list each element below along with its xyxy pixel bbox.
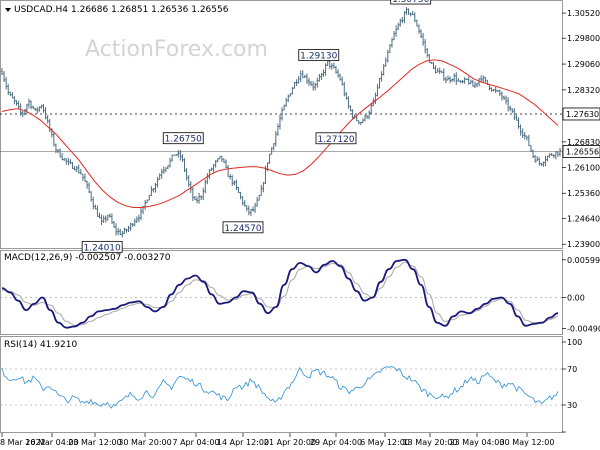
price-annotation-label: 1.24570 [224,224,261,234]
dropdown-triangle-icon [5,8,11,12]
price-tick-label: 1.24640 [567,214,600,223]
price-annotation-label: 1.27120 [317,135,354,145]
chart-svg: ActionForex.com 1.24010 1.26750 1.24570 1.2… [0,0,600,447]
price-tick-label: 1.29060 [567,60,600,69]
rsi-series-line [1,366,559,409]
rsi-axis-ticks: 100 70 30 [562,338,582,433]
rsi-header-label: RSI(14) 41.9210 [4,340,77,350]
date-tick-label: 23 May 04:00 [450,438,505,447]
macd-tick-label: 0.005996 [567,256,600,265]
level-price-label: 1.27630 [566,110,599,119]
macd-axis-ticks: 0.005996 0.00 -0.004901 [562,256,600,333]
rsi-line [1,366,559,409]
price-annotation-label: 1.30750 [392,0,429,5]
price-tick-label: 1.26100 [567,163,600,172]
rsi-tick-label: 100 [567,338,582,347]
date-tick-label: 14 Apr 12:00 [217,438,269,447]
price-level-lines [0,113,562,152]
date-tick-label: 29 Apr 04:00 [310,438,362,447]
watermark-text: ActionForex.com [85,37,268,62]
macd-lines [1,258,559,329]
price-tick-label: 1.23900 [567,240,600,249]
date-tick-label: 23 Mar 12:00 [68,438,121,447]
date-tick-label: 21 Apr 20:00 [264,438,316,447]
date-tick-label: 30 Mar 20:00 [118,438,171,447]
price-tick-label: 1.28320 [567,86,600,95]
rsi-tick-label: 30 [567,401,577,410]
price-annotation-label: 1.29130 [300,52,337,62]
symbol-header: USDCAD.H4 1.26686 1.26851 1.26536 1.2655… [5,5,229,15]
rsi-panel-frame [0,336,563,433]
macd-tick-label: 0.00 [567,294,585,303]
macd-tick-label: -0.004901 [567,324,600,333]
date-axis-ticks: 8 Mar 202216 Mar 04:0023 Mar 12:0030 Mar… [0,433,554,447]
chart-root: ActionForex.com 1.24010 1.26750 1.24570 1.2… [0,0,600,450]
date-tick-label: 30 May 12:00 [500,438,555,447]
current-price-label: 1.26556 [566,147,599,156]
price-tick-label: 1.25360 [567,189,600,198]
rsi-tick-label: 70 [567,365,577,374]
price-annotation-label: 1.26750 [165,135,202,145]
date-tick-label: 7 Apr 04:00 [172,438,219,447]
macd-main-line [1,258,559,329]
price-axis-ticks: 1.305201.298001.290601.283201.268301.261… [562,9,600,249]
macd-header-label: MACD(12,26,9) -0.002507 -0.003270 [4,253,171,263]
ohlc-values: 1.26686 1.26851 1.26536 1.26556 [71,5,229,15]
price-annotation-label: 1.24010 [84,243,121,253]
price-tick-label: 1.30520 [567,9,600,18]
price-tick-label: 1.29800 [567,34,600,43]
symbol-label: USDCAD.H4 [14,5,68,15]
